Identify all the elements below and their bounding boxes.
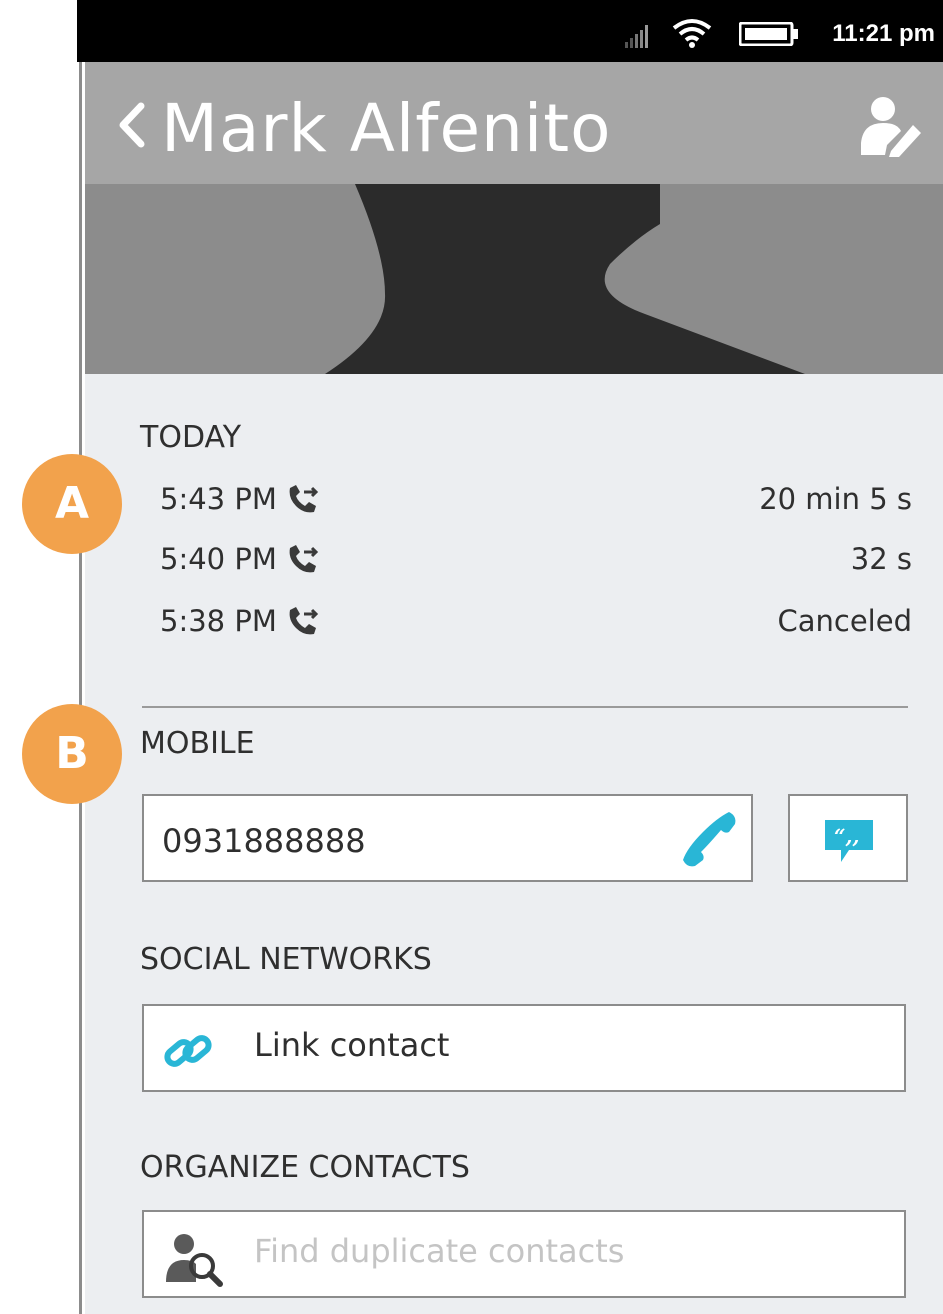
contact-details: TODAY 5:43 PM 20 min 5 s 5:40 PM 32 s 5:… [85,374,943,1314]
wifi-icon [672,18,712,52]
frame-border [79,0,82,1314]
call-duration: Canceled [777,604,913,638]
contact-name: Mark Alfenito [161,90,612,167]
signal-icon [625,22,655,52]
back-icon[interactable] [115,102,147,152]
call-time: 5:40 PM [160,542,277,576]
phone-call-icon[interactable] [679,808,739,872]
battery-icon [738,21,799,50]
mobile-number: 0931888888 [162,822,366,860]
annotation-badge-a: A [22,454,122,554]
contact-photo [85,184,943,374]
call-log-row[interactable]: 5:38 PM Canceled [160,604,912,644]
section-label-mobile: MOBILE [140,726,255,761]
svg-text:“,,: “,, [834,824,859,848]
section-divider [142,706,908,708]
section-label-organize: ORGANIZE CONTACTS [140,1150,470,1185]
find-duplicates-label: Find duplicate contacts [254,1232,625,1270]
call-duration: 20 min 5 s [759,482,912,516]
section-label-social: SOCIAL NETWORKS [140,942,432,977]
status-bar: 11:21 pm [77,0,943,62]
header-bar: Mark Alfenito [85,62,943,184]
outgoing-call-icon [286,544,320,583]
link-contact-label: Link contact [254,1026,450,1064]
find-duplicates-icon [166,1232,226,1292]
annotation-badge-b: B [22,704,122,804]
outgoing-call-icon [286,606,320,645]
find-duplicates-button[interactable]: Find duplicate contacts [142,1210,906,1298]
call-time: 5:43 PM [160,482,277,516]
outgoing-call-icon [286,484,320,523]
status-clock: 11:21 pm [832,20,935,47]
silhouette-icon [325,184,805,374]
call-duration: 32 s [850,542,912,576]
send-message-button[interactable]: “,, [788,794,908,882]
edit-contact-icon[interactable] [861,95,921,161]
section-label-today: TODAY [140,420,242,455]
call-log-row[interactable]: 5:40 PM 32 s [160,542,912,582]
link-icon [164,1030,214,1078]
link-contact-button[interactable]: Link contact [142,1004,906,1092]
call-log-row[interactable]: 5:43 PM 20 min 5 s [160,482,912,522]
message-icon: “,, [823,818,875,868]
call-time: 5:38 PM [160,604,277,638]
mobile-number-field[interactable]: 0931888888 [142,794,753,882]
